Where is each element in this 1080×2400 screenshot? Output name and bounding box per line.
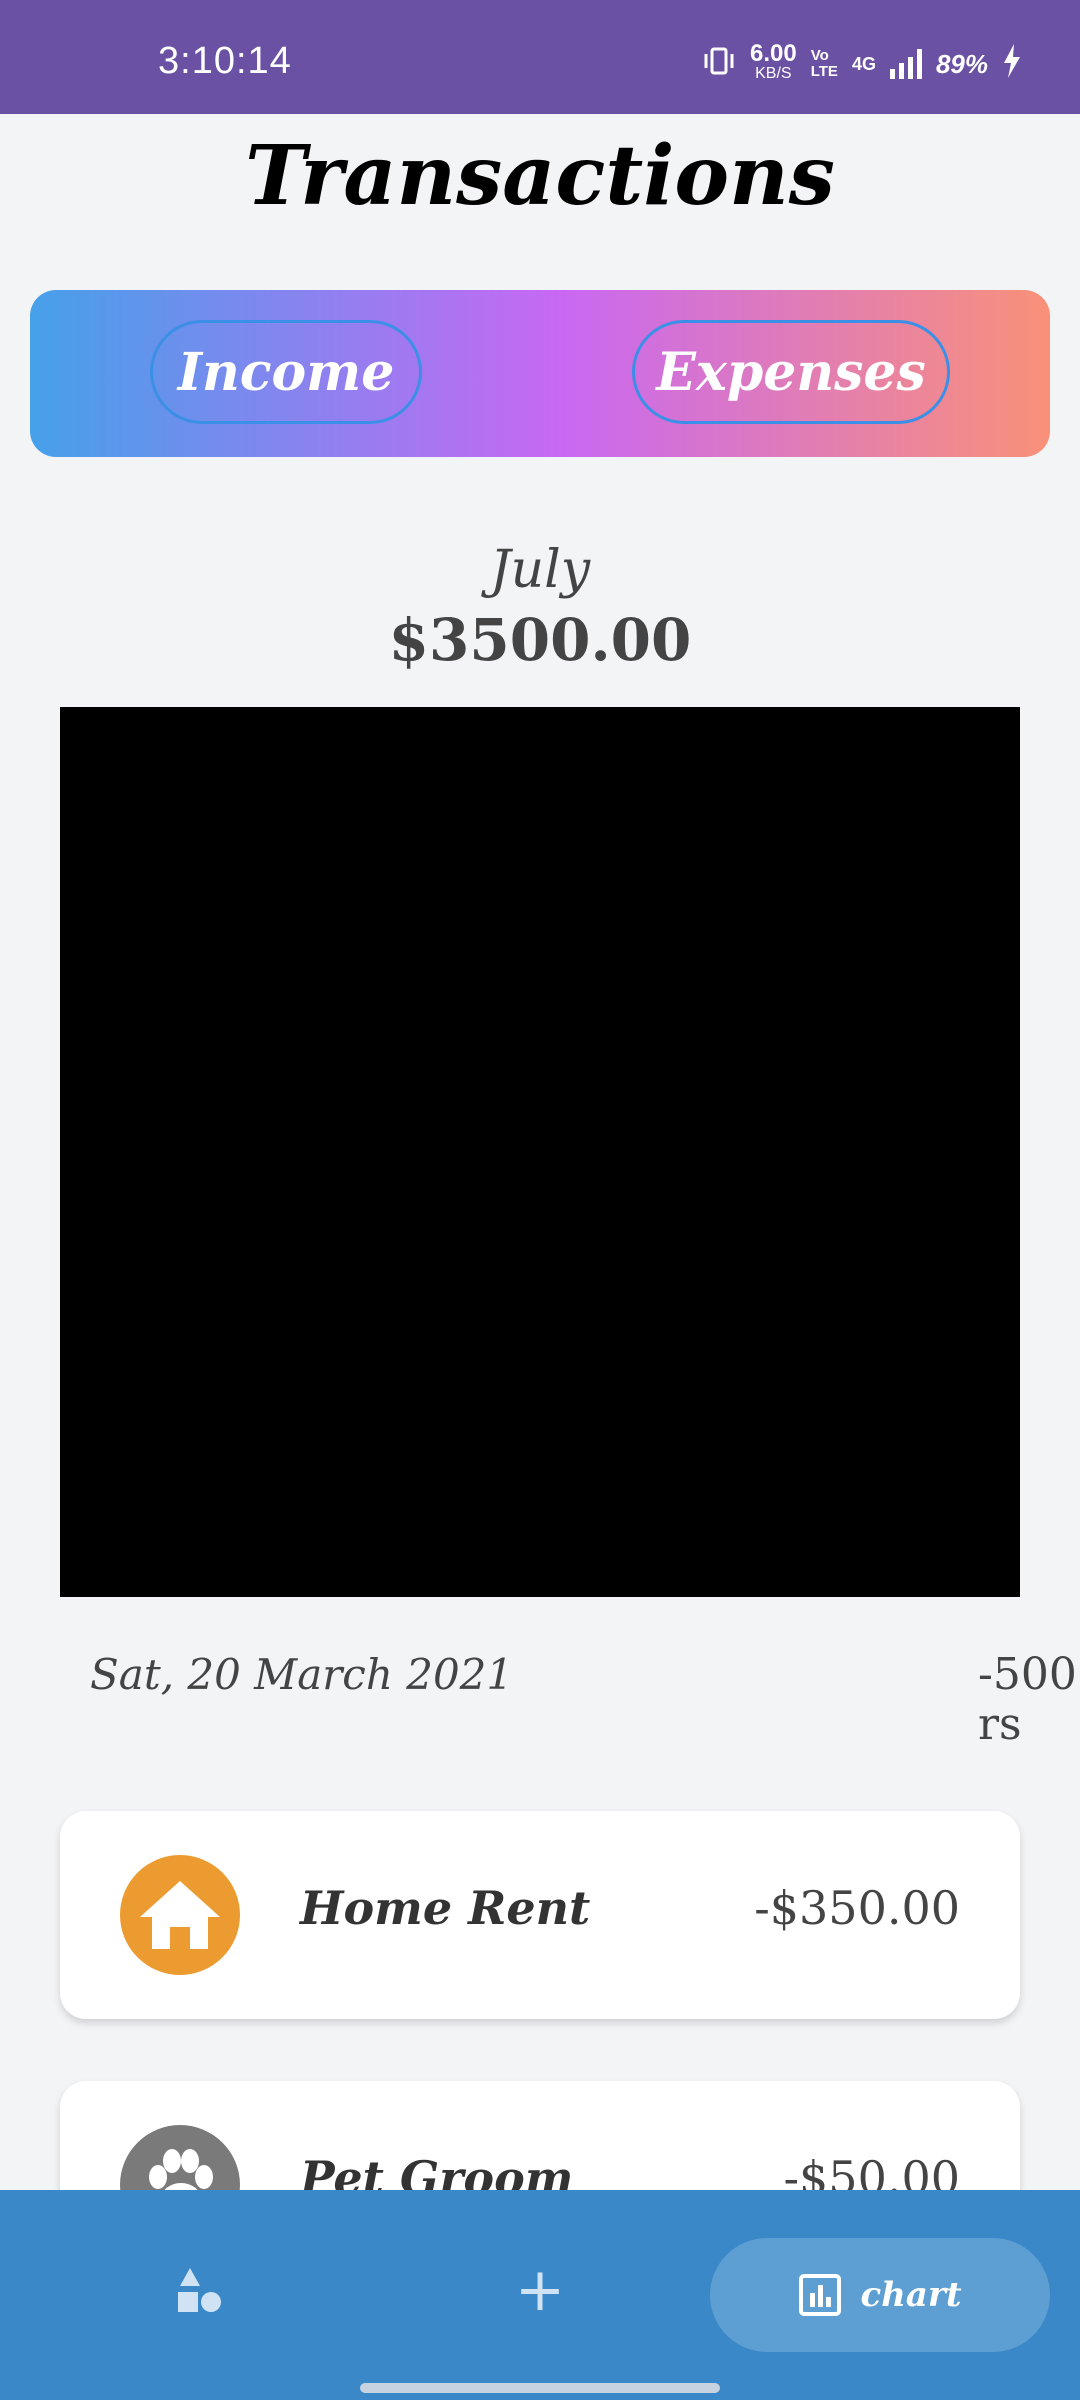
- network-type: 4G: [851, 53, 876, 74]
- home-icon: [120, 1855, 240, 1975]
- status-icons: 6.00 KB/S Vo LTE 4G 89%: [702, 40, 1022, 85]
- page-title: Transactions: [245, 128, 835, 224]
- volte-icon: Vo LTE: [810, 47, 838, 80]
- shapes-icon: [178, 2268, 221, 2312]
- categories-button[interactable]: [160, 2250, 240, 2330]
- net-speed: 6.00 KB/S: [750, 40, 797, 83]
- month-label: July: [489, 540, 591, 600]
- expenses-button[interactable]: Expenses: [632, 320, 950, 424]
- battery-level: 89%: [935, 48, 988, 79]
- charging-icon: [1002, 43, 1022, 85]
- signal-icon: [889, 49, 922, 79]
- status-time: 3:10:14: [158, 40, 292, 82]
- transaction-card[interactable]: Home Rent -$350.00: [60, 1811, 1020, 2019]
- transaction-name: Home Rent: [300, 1881, 591, 1935]
- income-expense-toggle: Income Expenses: [30, 290, 1050, 457]
- bottom-nav: + chart: [0, 2190, 1080, 2400]
- chart-label: chart: [860, 2275, 962, 2315]
- income-button[interactable]: Income: [150, 320, 422, 424]
- vibrate-icon: [702, 45, 736, 84]
- date-group-total: -500 rs: [978, 1649, 1077, 1750]
- chart-area: [60, 707, 1020, 1597]
- home-indicator[interactable]: [360, 2383, 720, 2393]
- bar-chart-icon: [799, 2274, 842, 2316]
- add-transaction-button[interactable]: +: [500, 2250, 580, 2330]
- month-total: $3500.00: [388, 606, 692, 674]
- status-bar: 3:10:14 6.00 KB/S Vo LTE 4G 89%: [0, 0, 1080, 114]
- chart-button[interactable]: chart: [710, 2238, 1050, 2352]
- transaction-amount: -$350.00: [754, 1881, 960, 1935]
- date-group-header: Sat, 20 March 2021: [90, 1650, 514, 1699]
